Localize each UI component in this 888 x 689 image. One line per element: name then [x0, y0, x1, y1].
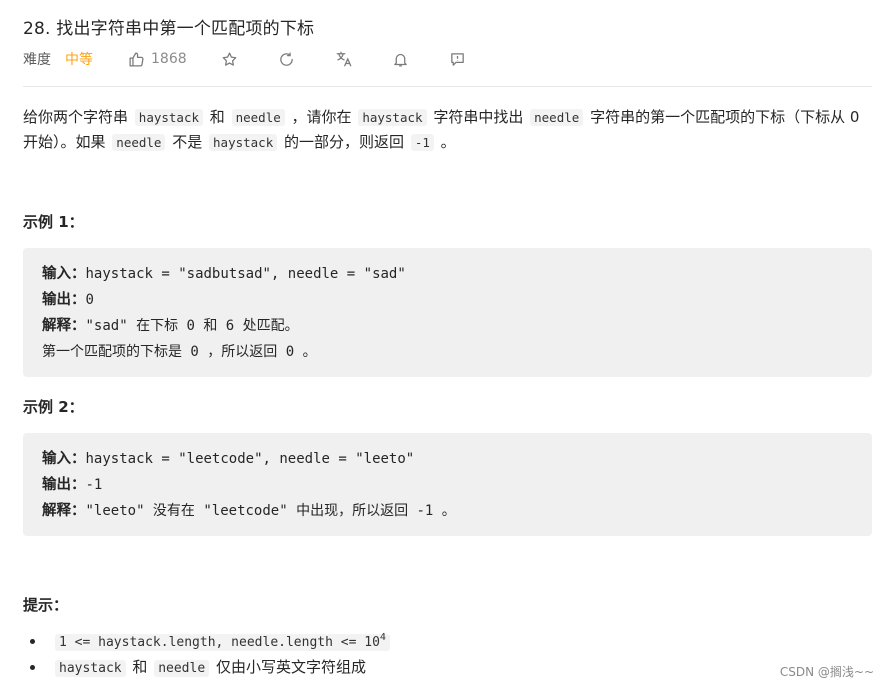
desc-text: 。	[440, 133, 456, 151]
desc-text: ，请你在	[291, 108, 352, 126]
code-needle: needle	[112, 134, 166, 151]
example-output: -1	[85, 477, 103, 493]
desc-text: 和	[209, 108, 225, 126]
example-1-box: 输入：haystack = "sadbutsad", needle = "sad…	[23, 248, 872, 377]
problem-description: 给你两个字符串 haystack 和 needle ，请你在 haystack …	[23, 105, 872, 155]
code-neg-one: -1	[410, 134, 434, 151]
explain-label: 解释：	[42, 318, 86, 334]
thumbs-up-icon[interactable]	[127, 50, 145, 68]
difficulty-badge: 中等	[65, 52, 93, 68]
code-needle: needle	[530, 109, 584, 126]
example-1-title: 示例 1：	[23, 213, 84, 231]
example-input: haystack = "leetcode", needle = "leeto"	[85, 451, 415, 467]
explain-label: 解释：	[42, 503, 86, 519]
hint-text: 仅由小写英文字符组成	[215, 658, 366, 676]
example-output: 0	[85, 292, 94, 308]
output-label: 输出：	[42, 477, 86, 493]
code-haystack: haystack	[209, 134, 278, 151]
divider	[23, 86, 872, 87]
like-count: 1868	[151, 51, 187, 67]
example-2-title: 示例 2：	[23, 398, 84, 416]
list-item: haystack 和 needle 仅由小写英文字符组成	[30, 655, 392, 681]
desc-text: 的一部分，则返回	[284, 133, 405, 151]
code-haystack: haystack	[134, 109, 204, 126]
desc-text: 不是	[172, 133, 203, 151]
list-item: 1 <= haystack.length, needle.length <= 1…	[30, 629, 392, 655]
example-explain: "leeto" 没有在 "leetcode" 中出现，所以返回 -1 。	[85, 503, 456, 519]
hint-constraint: 1 <= haystack.length, needle.length <= 1…	[55, 632, 390, 651]
translate-icon[interactable]	[335, 50, 353, 68]
code-haystack: haystack	[358, 109, 427, 126]
code-haystack: haystack	[55, 660, 126, 677]
example-explain: "sad" 在下标 0 和 6 处匹配。	[85, 318, 299, 334]
example-explain-cont: 第一个匹配项的下标是 0 ，所以返回 0 。	[42, 344, 317, 360]
hints-list: 1 <= haystack.length, needle.length <= 1…	[30, 629, 392, 681]
hint-constraint-text: 1 <= haystack.length, needle.length <= 1…	[59, 635, 380, 650]
star-icon[interactable]	[221, 50, 239, 68]
problem-meta-bar: 难度 中等 1868	[23, 48, 467, 70]
desc-text: 给你两个字符串	[23, 108, 129, 126]
share-icon[interactable]	[278, 50, 296, 68]
difficulty-label: 难度	[23, 52, 51, 68]
hint-text: 和	[132, 658, 148, 676]
code-needle: needle	[231, 109, 285, 126]
desc-text: 字符串中找出	[433, 108, 524, 126]
output-label: 输出：	[42, 292, 86, 308]
bell-icon[interactable]	[392, 50, 410, 68]
feedback-icon[interactable]	[449, 50, 467, 68]
hints-title: 提示：	[23, 596, 69, 614]
hint-exponent: 4	[379, 632, 386, 643]
input-label: 输入：	[42, 266, 86, 282]
example-2-box: 输入：haystack = "leetcode", needle = "leet…	[23, 433, 872, 536]
watermark: CSDN @搁浅~~	[779, 665, 874, 679]
input-label: 输入：	[42, 451, 86, 467]
code-needle: needle	[154, 660, 210, 677]
problem-title: 28. 找出字符串中第一个匹配项的下标	[23, 19, 315, 39]
example-input: haystack = "sadbutsad", needle = "sad"	[85, 266, 406, 282]
